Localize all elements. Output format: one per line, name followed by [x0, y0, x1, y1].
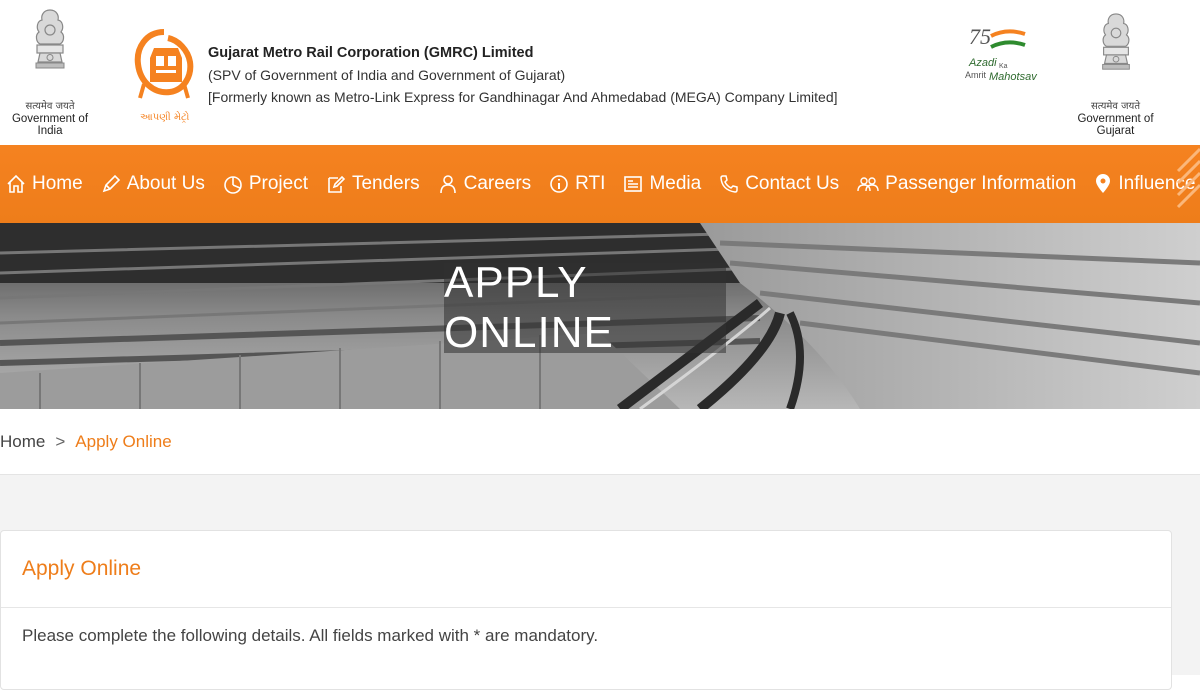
pencil-icon — [102, 174, 120, 193]
nav-item-contact-us[interactable]: Contact Us — [719, 173, 839, 195]
nav-item-label: Contact Us — [745, 173, 840, 194]
azadi-ka-amrit-mahotsav-logo: 75 Azadi Ka Amrit Mahotsav — [965, 24, 1038, 83]
user-icon — [439, 175, 456, 194]
nav-item-label: About Us — [126, 173, 205, 194]
gmrc-logo[interactable]: આપણી મેટ્રો — [134, 24, 194, 130]
government-of-gujarat-emblem: सत्यमेव जयते Government of Gujarat — [1058, 12, 1173, 137]
nav-item-label: Careers — [463, 173, 532, 194]
ashoka-emblem-icon — [35, 9, 65, 69]
pie-chart-icon — [224, 176, 242, 194]
nav-item-rti[interactable]: RTI — [549, 173, 605, 195]
newspaper-icon — [624, 176, 643, 192]
nav-decoration — [1176, 147, 1200, 209]
nav-item-tenders[interactable]: Tenders — [326, 173, 420, 195]
nav-item-home[interactable]: Home — [6, 173, 83, 195]
form-instructions: Please complete the following details. A… — [22, 626, 599, 645]
card-title: Apply Online — [1, 531, 1171, 608]
svg-text:Mahotsav: Mahotsav — [989, 71, 1038, 83]
phone-icon — [720, 175, 738, 193]
site-header: सत्यमेव जयते Government of India આપણી મે… — [0, 0, 1200, 145]
government-of-india-emblem: सत्यमेव जयते Government of India — [0, 8, 100, 137]
nav-item-label: Home — [32, 173, 83, 194]
page-banner: APPLY ONLINE — [0, 223, 1200, 409]
satyamev-jayate-caption: सत्यमेव जयते — [25, 101, 75, 112]
company-description: (SPV of Government of India and Governme… — [208, 67, 566, 83]
svg-text:Amrit: Amrit — [965, 70, 986, 80]
banner-title: APPLY ONLINE — [444, 258, 726, 357]
svg-text:આપણી મેટ્રો: આપણી મેટ્રો — [140, 110, 190, 123]
main-content: Apply Online Please complete the followi… — [0, 475, 1200, 690]
nav-item-project[interactable]: Project — [223, 173, 308, 195]
main-navigation: Home About Us Project Tenders Careers RT… — [0, 145, 1200, 223]
svg-text:75: 75 — [969, 24, 991, 49]
breadcrumb-home-link[interactable]: Home — [0, 432, 45, 452]
nav-item-label: Passenger Information — [885, 173, 1077, 194]
nav-item-label: Project — [248, 173, 308, 194]
government-of-india-caption: Government of India — [11, 113, 89, 137]
satyamev-jayate-caption: सत्यमेव जयते — [1090, 101, 1141, 112]
nav-item-about-us[interactable]: About Us — [101, 173, 205, 195]
breadcrumb-current: Apply Online — [75, 431, 172, 451]
nav-item-label: Tenders — [351, 173, 420, 194]
svg-text:Ka: Ka — [999, 63, 1008, 70]
breadcrumb: Home > Apply Online — [0, 409, 1200, 475]
government-of-gujarat-caption: Government of Gujarat — [1077, 113, 1154, 137]
nav-item-label: RTI — [575, 173, 606, 194]
nav-item-careers[interactable]: Careers — [438, 173, 532, 195]
company-info: Gujarat Metro Rail Corporation (GMRC) Li… — [208, 42, 838, 108]
map-pin-icon — [1096, 174, 1111, 193]
home-icon — [7, 174, 25, 193]
info-icon — [550, 175, 568, 193]
nav-item-label: Media — [649, 173, 702, 194]
company-name: Gujarat Metro Rail Corporation (GMRC) Li… — [208, 45, 534, 61]
users-icon — [857, 177, 879, 192]
edit-icon — [328, 175, 346, 193]
breadcrumb-separator-icon: > — [55, 431, 66, 451]
ashoka-emblem-icon — [1101, 13, 1130, 70]
nav-item-media[interactable]: Media — [623, 173, 701, 195]
svg-text:Azadi: Azadi — [968, 57, 997, 69]
company-former-name: [Formerly known as Metro-Link Express fo… — [208, 89, 838, 105]
apply-online-card: Apply Online Please complete the followi… — [0, 530, 1172, 690]
nav-item-passenger-information[interactable]: Passenger Information — [857, 173, 1076, 195]
